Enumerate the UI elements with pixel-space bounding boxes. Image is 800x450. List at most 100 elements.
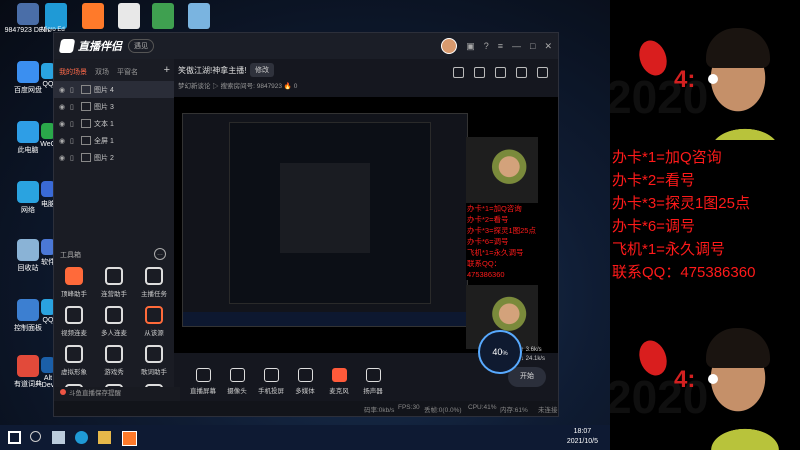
eye-icon[interactable]: ◉ bbox=[59, 103, 65, 111]
warning-text: 斗鱼直播保存提醒 bbox=[69, 390, 121, 397]
explorer-icon[interactable] bbox=[98, 431, 111, 444]
image-source-icon bbox=[81, 153, 91, 162]
promo-number: 4: bbox=[674, 66, 696, 93]
tool-item[interactable]: 从该源 bbox=[134, 306, 174, 337]
promo-line: 飞机*1=永久调号 bbox=[612, 241, 725, 258]
eye-icon[interactable]: ◉ bbox=[59, 86, 65, 94]
eye-icon[interactable]: ◉ bbox=[59, 137, 65, 145]
tool-item[interactable]: 歌词助手 bbox=[134, 345, 174, 376]
screen-source-icon bbox=[81, 136, 91, 145]
skin-icon[interactable]: ▣ bbox=[466, 41, 475, 52]
lock-icon[interactable] bbox=[474, 67, 485, 78]
tool-item[interactable]: 视频连麦 bbox=[54, 306, 94, 337]
screen-icon[interactable] bbox=[495, 67, 506, 78]
tool-label: 连营助手 bbox=[101, 291, 127, 298]
overlay-line: 联系QQ：475386360 bbox=[467, 259, 505, 279]
eye-icon[interactable]: ◉ bbox=[59, 154, 65, 162]
eye-icon[interactable]: ◉ bbox=[59, 120, 65, 128]
image-source-icon bbox=[81, 85, 91, 94]
capture-control[interactable]: 多媒体 bbox=[290, 368, 320, 395]
promo-text: 办卡*1=加Q咨询 办卡*2=看号 办卡*3=探灵1图25点 办卡*6=调号 飞机*1=… bbox=[612, 146, 755, 284]
tool-label: 主播任务 bbox=[141, 291, 167, 298]
source-label: 图片 2 bbox=[94, 154, 114, 162]
download-speed: ↓ 24.1k/s bbox=[521, 356, 546, 362]
lock-icon[interactable]: ▯ bbox=[70, 103, 75, 111]
titlebar: 直播伴侣 遇见 ▣ ? ≡ — □ ✕ bbox=[54, 33, 558, 59]
capture-control[interactable]: 直播屏幕 bbox=[188, 368, 218, 395]
tool-item[interactable]: 主播任务 bbox=[134, 267, 174, 298]
start-live-button[interactable]: 开始 bbox=[508, 367, 546, 387]
edit-title-button[interactable]: 修改 bbox=[250, 63, 274, 77]
source-label: 全屏 1 bbox=[94, 137, 114, 145]
menu-icon[interactable]: ≡ bbox=[498, 41, 503, 51]
nested-preview-inner bbox=[229, 122, 431, 304]
stream-meta: 梦幻新谈论 ▷ 搜索房间号: 9847923 🔥 0 bbox=[178, 83, 298, 90]
status-item: 未连接 bbox=[538, 407, 558, 414]
control-icon bbox=[297, 368, 313, 382]
task-view-icon[interactable] bbox=[52, 431, 65, 444]
app-shortcut-icon[interactable] bbox=[82, 3, 104, 29]
source-item[interactable]: ◉ ▯ 图片 2 bbox=[54, 149, 174, 166]
tool-item[interactable]: 多人连麦 bbox=[94, 306, 134, 337]
stream-header: 笑傲江湖!神拿主播! 修改 梦幻新谈论 ▷ 搜索房间号: 9847923 🔥 0 bbox=[174, 59, 558, 97]
control-label: 多媒体 bbox=[295, 388, 315, 395]
lock-icon[interactable]: ▯ bbox=[70, 86, 75, 94]
control-icon bbox=[263, 368, 279, 382]
nested-taskbar bbox=[183, 312, 467, 326]
search-icon[interactable] bbox=[30, 431, 41, 442]
lock-icon[interactable]: ▯ bbox=[70, 137, 75, 145]
edge-icon[interactable]: Micro Ed bbox=[41, 3, 67, 33]
tool-label: 视频连麦 bbox=[61, 330, 87, 337]
promo-overlay: 2020 4: 办卡*1=加Q咨询 办卡*2=看号 办卡*3=探灵1图25点 办卡*6… bbox=[610, 0, 800, 450]
spreadsheet-icon[interactable] bbox=[152, 3, 174, 29]
more-tools-icon[interactable]: … bbox=[154, 248, 166, 260]
lock-icon[interactable]: ▯ bbox=[70, 120, 75, 128]
live-app-taskbar-icon[interactable] bbox=[122, 431, 137, 446]
save-warning[interactable]: 斗鱼直播保存提醒 bbox=[54, 387, 180, 401]
tab-dual[interactable]: 双场 bbox=[95, 67, 109, 77]
clock[interactable]: 18:07 2021/10/5 bbox=[567, 427, 598, 447]
tab-my-scene[interactable]: 我的场景 bbox=[59, 67, 87, 77]
promo-line: 办卡*1=加Q咨询 bbox=[612, 149, 722, 166]
edge-taskbar-icon[interactable] bbox=[75, 431, 88, 444]
tool-item[interactable]: 虚拟形象 bbox=[54, 345, 94, 376]
add-source-button[interactable]: + bbox=[164, 64, 170, 76]
control-label: 扬声器 bbox=[363, 388, 383, 395]
header-actions bbox=[453, 67, 548, 78]
image-file-icon[interactable] bbox=[188, 3, 210, 29]
lock-icon[interactable]: ▯ bbox=[70, 154, 75, 162]
restore-icon[interactable]: □ bbox=[530, 41, 535, 51]
help-icon[interactable]: ? bbox=[484, 41, 489, 51]
stream-preview[interactable]: 办卡*1=加Q咨询 办卡*2=看号 办卡*3=探灵1图25点 办卡*6=调号 飞机*1=… bbox=[174, 97, 558, 353]
capture-control[interactable]: 麦克风 bbox=[324, 368, 354, 395]
capture-control[interactable]: 手机投屏 bbox=[256, 368, 286, 395]
version-badge[interactable]: 遇见 bbox=[128, 39, 154, 53]
start-icon[interactable] bbox=[8, 431, 21, 444]
tab-window[interactable]: 平窗名 bbox=[117, 67, 138, 77]
preview-overlay-card: 办卡*1=加Q咨询 办卡*2=看号 办卡*3=探灵1图25点 办卡*6=调号 飞机*1=… bbox=[466, 137, 538, 280]
share-icon[interactable] bbox=[537, 67, 548, 78]
source-item[interactable]: ◉ ▯ 图片 4 bbox=[54, 81, 174, 98]
performance-gauge: 40% bbox=[478, 330, 522, 374]
bell-icon[interactable] bbox=[516, 67, 527, 78]
source-item[interactable]: ◉ ▯ 全屏 1 bbox=[54, 132, 174, 149]
close-icon[interactable]: ✕ bbox=[544, 41, 552, 52]
control-icon bbox=[229, 368, 245, 382]
clock-time: 18:07 bbox=[573, 428, 592, 435]
source-item[interactable]: ◉ ▯ 图片 3 bbox=[54, 98, 174, 115]
control-label: 麦克风 bbox=[329, 388, 349, 395]
capture-control[interactable]: 摄像头 bbox=[222, 368, 252, 395]
gift-icon[interactable] bbox=[453, 67, 464, 78]
tool-icon bbox=[145, 345, 163, 363]
capture-control[interactable]: 扬声器 bbox=[358, 368, 388, 395]
document-icon[interactable] bbox=[118, 3, 140, 29]
source-item[interactable]: ◉ ▯ 文本 1 bbox=[54, 115, 174, 132]
tool-item[interactable]: 顶峰助手 bbox=[54, 267, 94, 298]
avatar[interactable] bbox=[441, 38, 458, 54]
tool-item[interactable]: 连营助手 bbox=[94, 267, 134, 298]
promo-line: 联系QQ：475386360 bbox=[612, 264, 756, 281]
source-label: 图片 4 bbox=[94, 86, 114, 94]
tool-item[interactable]: 游戏秀 bbox=[94, 345, 134, 376]
minimize-icon[interactable]: — bbox=[512, 41, 521, 51]
app-logo-icon bbox=[58, 39, 76, 53]
